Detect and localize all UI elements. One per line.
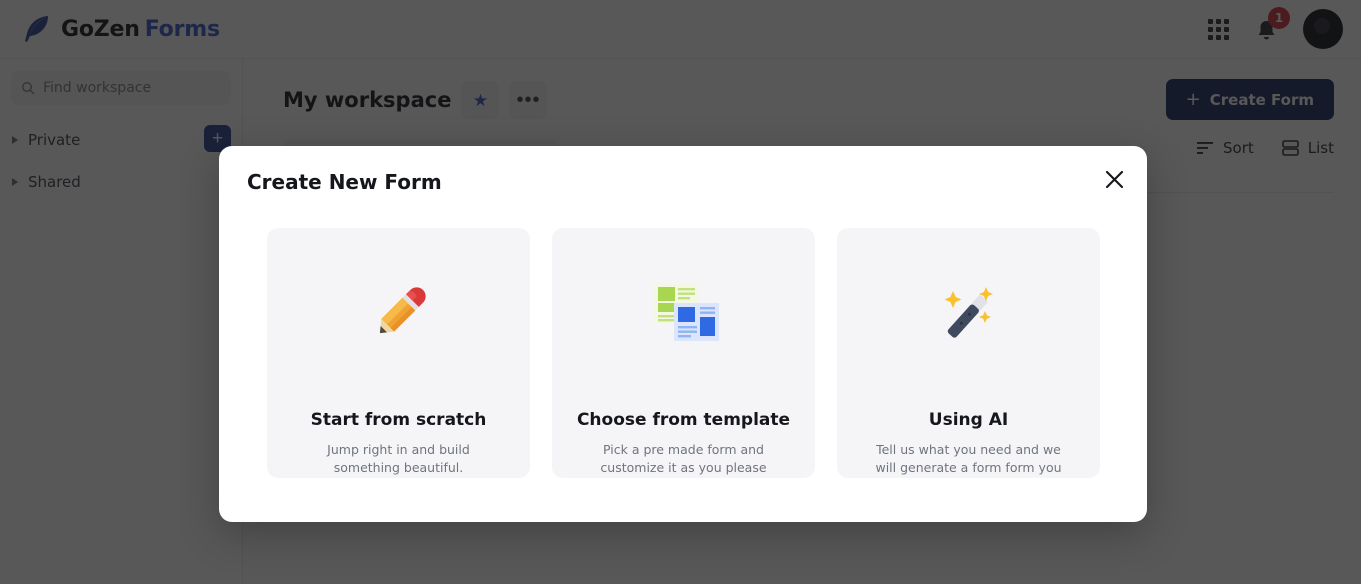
card-description: Pick a pre made form and customize it as…	[581, 441, 786, 477]
card-title: Start from scratch	[311, 410, 487, 430]
form-option-cards: Start from scratch Jump right in and bui…	[267, 228, 1100, 478]
magic-wand-icon	[930, 266, 1008, 362]
option-card-choose-from-template[interactable]: Choose from template Pick a pre made for…	[552, 228, 815, 478]
card-description: Tell us what you need and we will genera…	[866, 441, 1071, 477]
option-card-start-from-scratch[interactable]: Start from scratch Jump right in and bui…	[267, 228, 530, 478]
pencil-icon	[360, 266, 438, 362]
option-card-using-ai[interactable]: Using AI Tell us what you need and we wi…	[837, 228, 1100, 478]
modal-title: Create New Form	[247, 170, 442, 194]
card-description: Jump right in and build something beauti…	[296, 441, 501, 477]
card-title: Choose from template	[577, 410, 790, 430]
app-root: GoZenForms 1 Find workspace	[0, 0, 1361, 584]
create-new-form-modal: Create New Form	[219, 146, 1147, 522]
close-icon	[1105, 170, 1124, 189]
close-button[interactable]	[1097, 162, 1131, 196]
template-icon	[645, 266, 723, 362]
card-title: Using AI	[929, 410, 1008, 430]
